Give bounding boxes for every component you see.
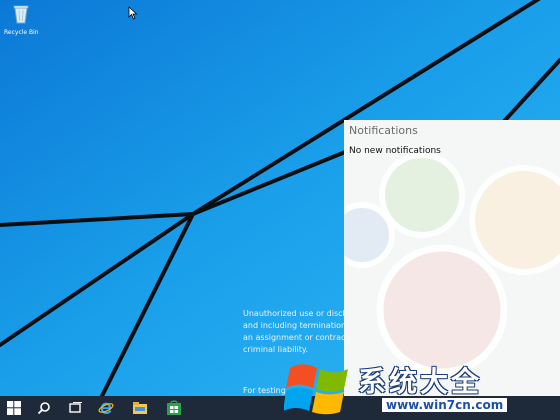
store-button[interactable] — [160, 396, 188, 420]
internet-explorer-icon — [98, 402, 114, 414]
search-button[interactable] — [30, 396, 58, 420]
task-view-icon — [69, 402, 82, 413]
notification-title: Notifications — [349, 124, 418, 137]
notification-panel[interactable]: Notifications No new notifications — [344, 120, 560, 396]
recycle-bin-label: Recycle Bin — [4, 29, 39, 36]
mouse-cursor-icon — [128, 6, 138, 20]
watermark-line: and including termination o — [243, 321, 348, 330]
system-watermark: Unauthorized use or disclos and includin… — [243, 308, 348, 356]
recycle-bin-desktop-icon[interactable]: Recycle Bin — [4, 4, 39, 37]
brand-name: 系统大全 — [358, 365, 483, 398]
internet-explorer-button[interactable] — [92, 396, 120, 420]
windows-flag-logo-icon — [284, 364, 348, 415]
build-note: For testing — [243, 386, 286, 395]
watermark-line: Unauthorized use or disclos — [243, 309, 348, 318]
no-notifications-text: No new notifications — [349, 146, 441, 156]
start-button[interactable] — [0, 396, 28, 420]
watermark-line: criminal liability. — [243, 345, 309, 354]
notification-background-decoration — [344, 152, 560, 376]
file-explorer-icon — [133, 402, 147, 414]
task-view-button[interactable] — [62, 396, 90, 420]
recycle-bin-icon — [13, 5, 29, 24]
store-icon — [167, 400, 181, 415]
brand-url: www.win7cn.com — [382, 398, 508, 412]
windows-logo-icon — [7, 401, 21, 415]
file-explorer-button[interactable] — [126, 396, 154, 420]
watermark-line: an assignment or contract ( — [243, 333, 348, 342]
site-watermark-logo: 系统大全 www.win7cn.com — [282, 356, 554, 420]
search-icon — [37, 402, 50, 415]
